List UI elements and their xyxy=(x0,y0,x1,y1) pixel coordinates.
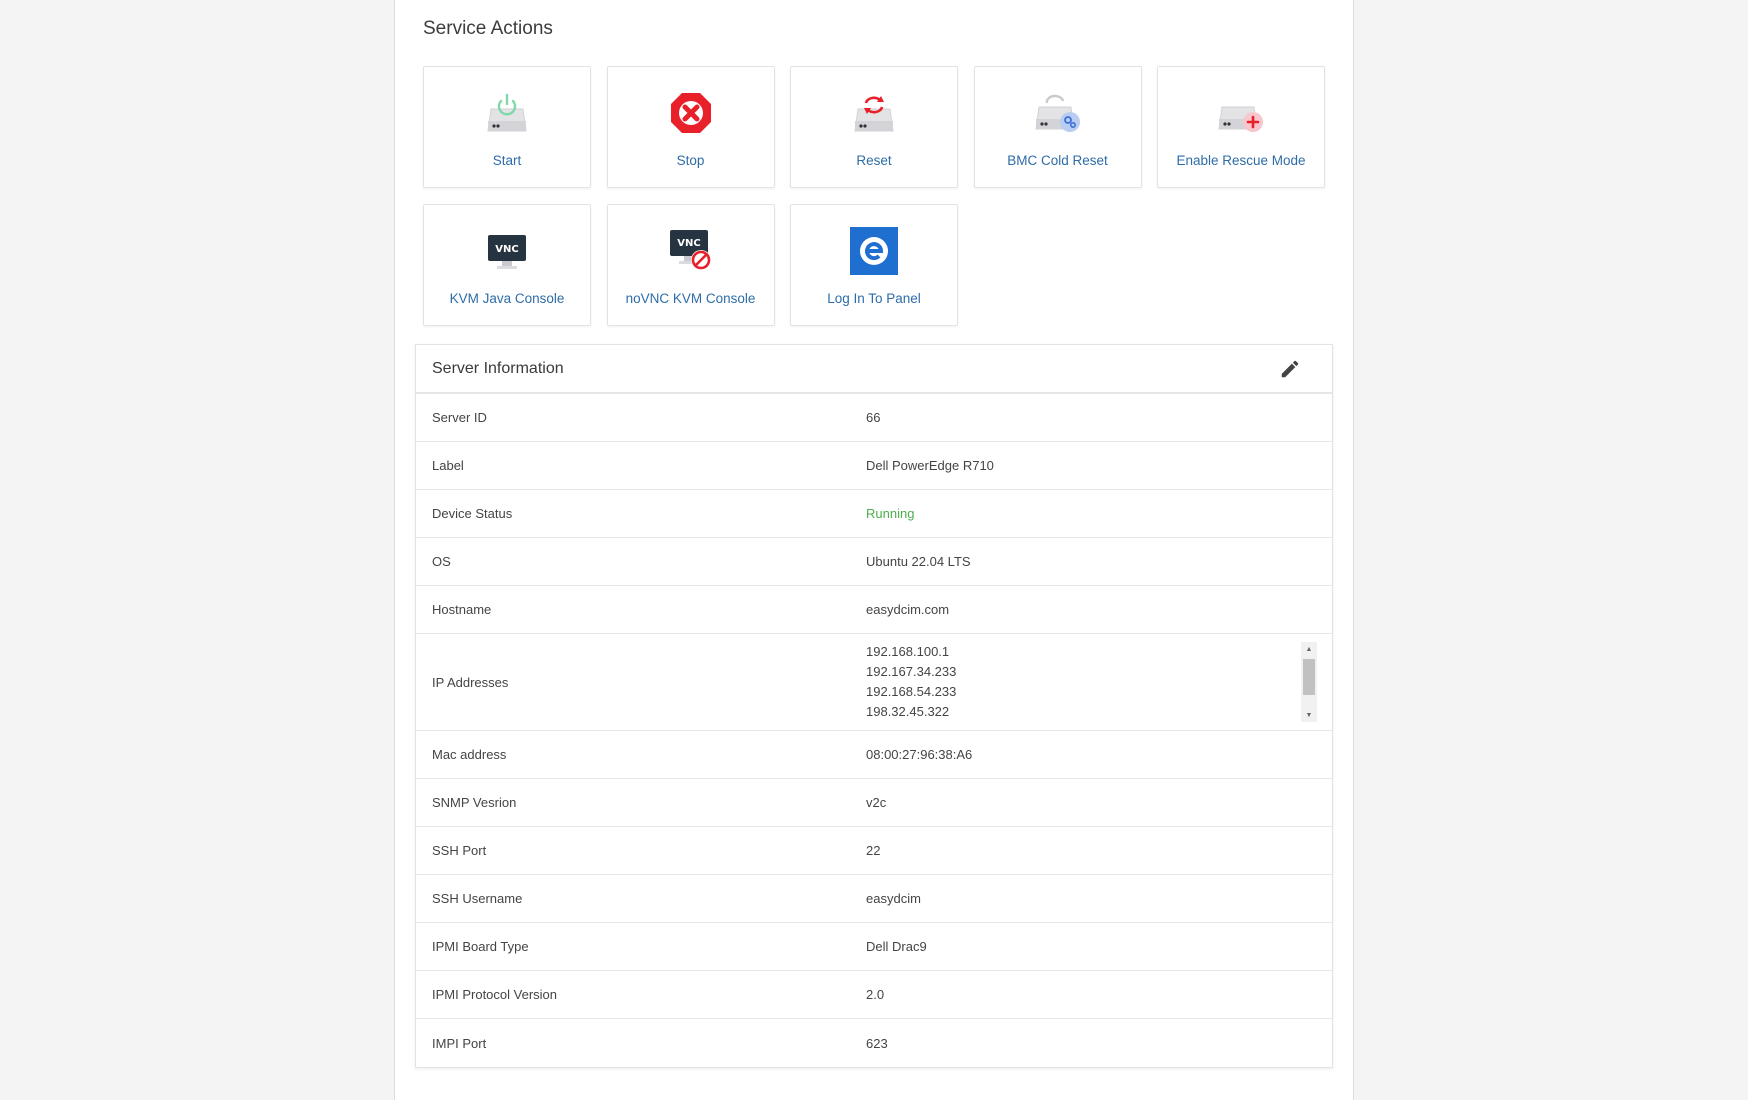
status-badge: Running xyxy=(866,506,915,521)
row-value: 66 xyxy=(866,410,881,425)
row-label: Hostname xyxy=(432,602,492,617)
row-value: Dell PowerEdge R710 xyxy=(866,458,994,473)
row-label: SSH Username xyxy=(432,891,523,906)
stop-octagon-icon xyxy=(665,87,717,139)
ip-address: 192.168.54.233 xyxy=(866,684,957,699)
vnc-text: VNC xyxy=(677,238,700,249)
ip-list: 192.168.100.1 192.167.34.233 192.168.54.… xyxy=(866,642,1301,722)
scroll-thumb[interactable] xyxy=(1303,659,1315,695)
info-row-label: Label Dell PowerEdge R710 xyxy=(416,442,1332,490)
row-label: IP Addresses xyxy=(432,674,509,690)
info-row-ipmi-protocol-version: IPMI Protocol Version 2.0 xyxy=(416,971,1332,1019)
row-value: 2.0 xyxy=(866,987,885,1002)
row-label: Label xyxy=(432,458,464,473)
enable-rescue-mode-label: Enable Rescue Mode xyxy=(1176,153,1306,168)
row-label: Device Status xyxy=(432,506,513,521)
kvm-java-console-label: KVM Java Console xyxy=(449,291,565,306)
pencil-icon[interactable] xyxy=(1276,355,1304,383)
row-label: OS xyxy=(432,554,451,569)
info-row-hostname: Hostname easydcim.com xyxy=(416,586,1332,634)
stop-button[interactable]: Stop xyxy=(606,66,775,188)
ip-address-list[interactable]: 192.168.100.1 192.167.34.233 192.168.54.… xyxy=(866,642,1332,722)
vnc-disabled-icon: VNC xyxy=(665,225,717,277)
info-row-device-status: Device Status Running xyxy=(416,490,1332,538)
panel-logo-icon xyxy=(848,225,900,277)
row-value: v2c xyxy=(866,795,887,810)
scroll-up-arrow-icon[interactable]: ▲ xyxy=(1301,642,1317,656)
service-actions-title: Service Actions xyxy=(423,18,553,39)
service-actions-grid: Start Stop Reset BMC Cold Reset Enable R… xyxy=(423,66,1325,326)
row-label: SNMP Vesrion xyxy=(432,795,517,810)
info-row-ipmi-board-type: IPMI Board Type Dell Drac9 xyxy=(416,923,1332,971)
bmc-cold-reset-label: BMC Cold Reset xyxy=(1007,153,1108,168)
row-value: easydcim xyxy=(866,891,921,906)
bmc-cold-reset-button[interactable]: BMC Cold Reset xyxy=(973,66,1142,188)
info-row-mac-address: Mac address 08:00:27:96:38:A6 xyxy=(416,731,1332,779)
info-row-server-id: Server ID 66 xyxy=(416,394,1332,442)
enable-rescue-mode-button[interactable]: Enable Rescue Mode xyxy=(1157,66,1325,188)
server-power-icon xyxy=(481,87,533,139)
row-value: 22 xyxy=(866,843,881,858)
row-value: 08:00:27:96:38:A6 xyxy=(866,747,973,762)
server-rescue-icon xyxy=(1215,87,1267,139)
log-in-to-panel-button[interactable]: Log In To Panel xyxy=(790,204,958,326)
log-in-to-panel-label: Log In To Panel xyxy=(827,291,921,306)
scrollbar[interactable]: ▲ ▼ xyxy=(1301,642,1317,722)
row-value: Ubuntu 22.04 LTS xyxy=(866,554,971,569)
stop-label: Stop xyxy=(676,153,705,168)
vnc-monitor-icon: VNC xyxy=(481,225,533,277)
kvm-java-console-button[interactable]: VNC KVM Java Console xyxy=(423,204,591,326)
info-row-ssh-port: SSH Port 22 xyxy=(416,827,1332,875)
start-button[interactable]: Start xyxy=(423,66,591,188)
row-label: IMPI Port xyxy=(432,1035,487,1051)
panel-header: Server Information xyxy=(416,345,1332,394)
novnc-kvm-console-button[interactable]: VNC noVNC KVM Console xyxy=(606,204,775,326)
ip-address: 192.168.100.1 xyxy=(866,644,950,659)
server-reset-icon xyxy=(848,87,900,139)
row-label: Mac address xyxy=(432,747,507,762)
row-value: 623 xyxy=(866,1035,888,1051)
row-label: IPMI Protocol Version xyxy=(432,987,557,1002)
info-row-ip-addresses: IP Addresses 192.168.100.1 192.167.34.23… xyxy=(416,634,1332,731)
row-label: Server ID xyxy=(432,410,487,425)
scroll-down-arrow-icon[interactable]: ▼ xyxy=(1301,708,1317,722)
info-row-impi-port: IMPI Port 623 xyxy=(416,1019,1332,1067)
reset-button[interactable]: Reset xyxy=(790,66,958,188)
novnc-kvm-console-label: noVNC KVM Console xyxy=(625,291,756,306)
row-value: easydcim.com xyxy=(866,602,950,617)
row-label: IPMI Board Type xyxy=(432,939,529,954)
server-information-title: Server Information xyxy=(432,359,564,377)
server-bmc-reset-icon xyxy=(1032,87,1084,139)
row-value: Dell Drac9 xyxy=(866,939,927,954)
info-row-snmp-version: SNMP Vesrion v2c xyxy=(416,779,1332,827)
info-row-os: OS Ubuntu 22.04 LTS xyxy=(416,538,1332,586)
info-row-ssh-username: SSH Username easydcim xyxy=(416,875,1332,923)
ip-address: 198.32.45.322 xyxy=(866,704,950,719)
server-information-panel: Server Information Server ID 66 Label De… xyxy=(415,344,1333,1068)
main-content: Service Actions Start Stop Reset BMC Col… xyxy=(394,0,1354,1100)
vnc-text: VNC xyxy=(495,244,518,255)
start-label: Start xyxy=(492,153,522,168)
ip-address: 192.167.34.233 xyxy=(866,664,957,679)
row-label: SSH Port xyxy=(432,843,487,858)
reset-label: Reset xyxy=(856,153,892,168)
